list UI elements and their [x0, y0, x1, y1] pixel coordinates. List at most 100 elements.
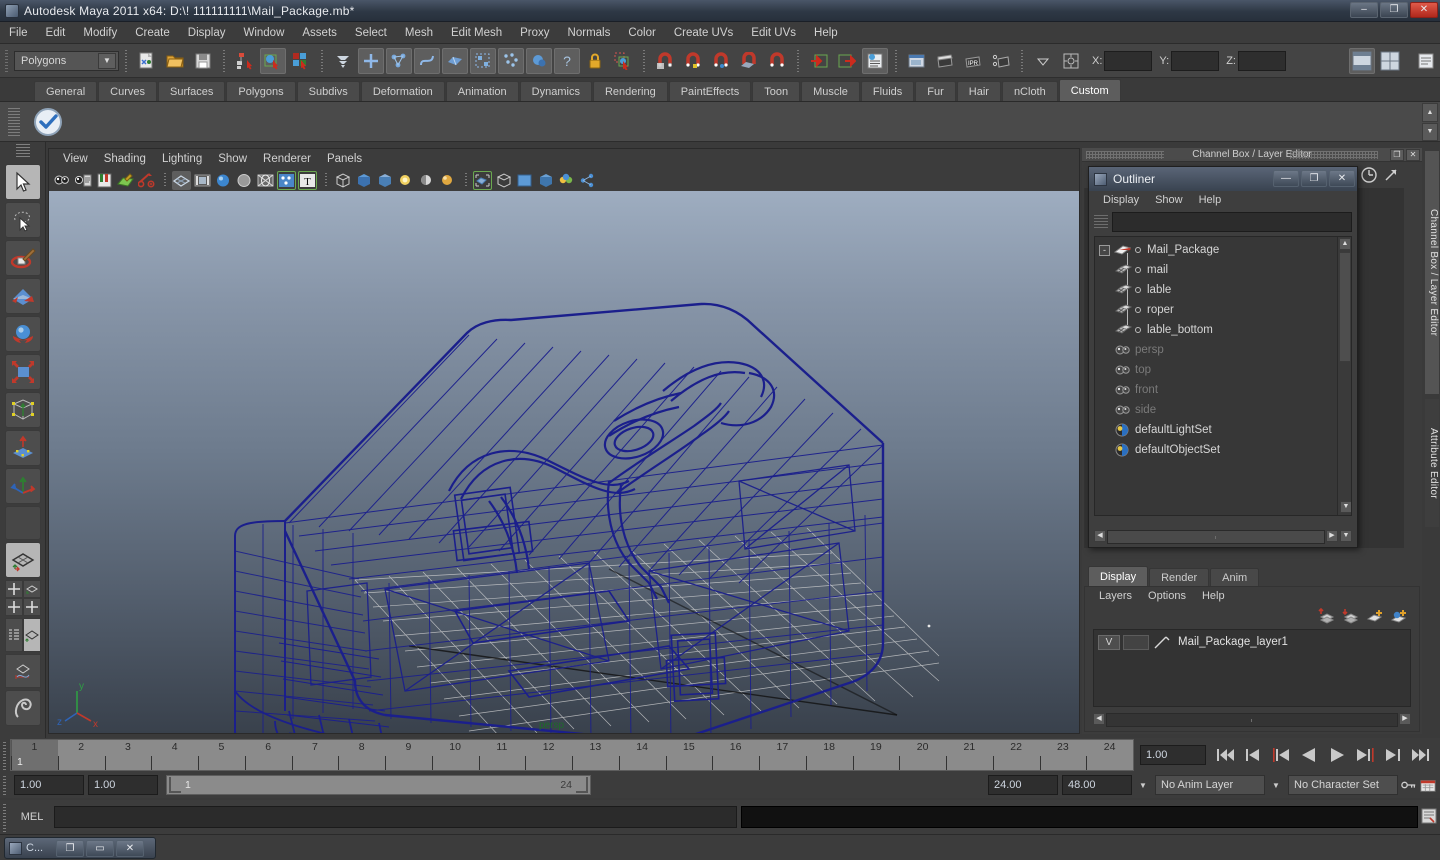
- scrollbar-thumb[interactable]: [1339, 252, 1351, 362]
- menu-normals[interactable]: Normals: [559, 25, 620, 41]
- inputs-outputs-icon[interactable]: [834, 48, 860, 74]
- shelf-scroll-buttons[interactable]: ▲ ▼: [1422, 103, 1438, 141]
- layout-persp-graph-icon[interactable]: [5, 654, 41, 688]
- animation-start-time-field[interactable]: 1.00: [14, 775, 84, 795]
- go-to-start-button[interactable]: [1212, 743, 1238, 767]
- outliner-expander-icon[interactable]: -: [1099, 244, 1110, 256]
- character-set-selector[interactable]: No Character Set: [1288, 775, 1398, 795]
- camera-attributes-icon[interactable]: [74, 171, 93, 190]
- chevron-down-icon[interactable]: [1030, 48, 1056, 74]
- smooth-shade-selected-icon[interactable]: [214, 171, 233, 190]
- layer-tab-anim[interactable]: Anim: [1210, 568, 1260, 586]
- layout-persp-outliner-icon[interactable]: [23, 580, 41, 598]
- command-language-label[interactable]: MEL: [10, 811, 54, 823]
- x-coord-input[interactable]: [1104, 50, 1153, 71]
- outliner-item-persp[interactable]: persp: [1095, 340, 1351, 360]
- diagonal-arrow-icon[interactable]: [1380, 165, 1402, 185]
- panel-drag-dots-left[interactable]: [1086, 151, 1164, 159]
- select-tool-icon[interactable]: [5, 164, 41, 200]
- outliner-item-top[interactable]: top: [1095, 360, 1351, 380]
- command-line-grip[interactable]: [0, 802, 10, 832]
- ipr-render-icon[interactable]: IPR: [960, 48, 986, 74]
- menu-edit[interactable]: Edit: [37, 25, 75, 41]
- snap-view-plane-icon[interactable]: [526, 47, 552, 74]
- ambient-occlusion-icon[interactable]: [438, 171, 457, 190]
- help-search-icon[interactable]: [1413, 48, 1439, 74]
- menuset-selector[interactable]: Polygons ▼: [14, 50, 119, 71]
- time-slider-track[interactable]: 1 1 2 3 4 5 6 7 8 9 10 11 12 13 14 15 16 17 18 19 20 21 22 23 2…: [10, 739, 1134, 771]
- shelf-tab-general[interactable]: General: [34, 81, 98, 101]
- render-view-icon[interactable]: [904, 48, 930, 74]
- outliner-item-mail[interactable]: mail: [1095, 260, 1351, 280]
- taskbar-close-button[interactable]: ✕: [116, 839, 144, 857]
- outliner-vertical-scrollbar[interactable]: ▲ ▼: [1337, 237, 1351, 515]
- toolbox-grip[interactable]: [16, 144, 30, 158]
- outliner-item-mail-package[interactable]: - Mail_Package: [1095, 240, 1351, 260]
- range-end-handle[interactable]: [576, 777, 588, 793]
- layer-playback-toggle[interactable]: [1123, 634, 1149, 650]
- outliner-item-default-light-set[interactable]: defaultLightSet: [1095, 420, 1351, 440]
- window-close-button[interactable]: ✕: [1410, 2, 1438, 18]
- layer-row[interactable]: V Mail_Package_layer1: [1094, 633, 1410, 651]
- chevron-down-icon[interactable]: ▼: [98, 52, 116, 69]
- bookmarks-icon[interactable]: [95, 171, 114, 190]
- scroll-right-icon[interactable]: ▶: [1326, 530, 1338, 542]
- step-forward-frame-button[interactable]: [1352, 743, 1378, 767]
- move-layer-down-icon[interactable]: [1341, 607, 1361, 625]
- render-region-icon[interactable]: [557, 171, 576, 190]
- outliner-horizontal-scrollbar[interactable]: ◀ ▶ ▼: [1094, 530, 1352, 544]
- lighting-toggle-icon[interactable]: [396, 171, 415, 190]
- snap-uv-icon[interactable]: [470, 47, 496, 74]
- shelf-tab-dynamics[interactable]: Dynamics: [519, 81, 592, 101]
- render-settings-icon[interactable]: [988, 48, 1014, 74]
- shelf-tab-polygons[interactable]: Polygons: [226, 81, 296, 101]
- shelf-tab-deformation[interactable]: Deformation: [360, 81, 445, 101]
- vtab-attribute-editor[interactable]: Attribute Editor: [1424, 398, 1440, 528]
- soft-modification-tool-icon[interactable]: [5, 430, 41, 466]
- layout-outliner-persp-icon[interactable]: [5, 618, 23, 652]
- script-editor-icon[interactable]: [1420, 807, 1438, 825]
- menu-help[interactable]: Help: [805, 25, 847, 41]
- playback-start-time-field[interactable]: 1.00: [88, 775, 158, 795]
- shelf-tab-ncloth[interactable]: nCloth: [1001, 81, 1058, 101]
- viewport-menu-lighting[interactable]: Lighting: [154, 152, 210, 166]
- four-view-layouts-group[interactable]: [5, 580, 41, 616]
- viewport-menu-shading[interactable]: Shading: [96, 152, 154, 166]
- window-minimize-button[interactable]: –: [1350, 2, 1378, 18]
- shelf-tab-hair[interactable]: Hair: [956, 81, 1001, 101]
- outliner-filter-icon[interactable]: [1094, 215, 1108, 229]
- layout-two-panes-icon[interactable]: [5, 580, 23, 598]
- channel-box-undock-button[interactable]: ❐: [1390, 149, 1404, 161]
- panel-drag-dots-right[interactable]: [1290, 151, 1378, 159]
- shelf-item-check-icon[interactable]: [32, 106, 64, 138]
- use-all-lights-icon[interactable]: [277, 170, 296, 190]
- clock-toggle-icon[interactable]: [1358, 165, 1380, 185]
- layer-menu-help[interactable]: Help: [1194, 590, 1233, 602]
- layer-list[interactable]: V Mail_Package_layer1: [1093, 629, 1411, 707]
- shelf-tab-painteffects[interactable]: PaintEffects: [668, 81, 752, 101]
- scroll-right-page-icon[interactable]: ▼: [1340, 530, 1352, 542]
- scroll-right-icon[interactable]: ▶: [1399, 713, 1411, 725]
- auto-key-icon[interactable]: [1401, 775, 1417, 795]
- snap-surface-icon[interactable]: [442, 47, 468, 74]
- scrollbar-thumb[interactable]: [1108, 531, 1324, 543]
- persp-graph-layout-group[interactable]: [5, 654, 41, 688]
- lasso-tool-icon[interactable]: [5, 202, 41, 238]
- viewport-menu-panels[interactable]: Panels: [319, 152, 370, 166]
- playback-end-time-field[interactable]: 24.00: [988, 775, 1058, 795]
- vtab-channel-box[interactable]: Channel Box / Layer Editor: [1424, 150, 1440, 395]
- magnet-snap-curves-icon[interactable]: [680, 48, 706, 74]
- shelf-tab-animation[interactable]: Animation: [445, 81, 519, 101]
- time-slider-grip[interactable]: [0, 740, 10, 770]
- scale-tool-icon[interactable]: [5, 354, 41, 390]
- animation-preferences-icon[interactable]: [1420, 775, 1436, 795]
- rotate-tool-icon[interactable]: [5, 316, 41, 352]
- shelf-tab-subdivs[interactable]: Subdivs: [296, 81, 360, 101]
- viewport-3d-canvas[interactable]: y z x persp: [49, 191, 1079, 733]
- shelf-tab-toon[interactable]: Toon: [752, 81, 801, 101]
- wireframe-shading-icon[interactable]: [172, 170, 191, 190]
- menu-display[interactable]: Display: [179, 25, 235, 41]
- outliner-item-default-object-set[interactable]: defaultObjectSet: [1095, 440, 1351, 460]
- paint-selection-tool-icon[interactable]: [5, 240, 41, 276]
- move-layer-up-icon[interactable]: [1317, 607, 1337, 625]
